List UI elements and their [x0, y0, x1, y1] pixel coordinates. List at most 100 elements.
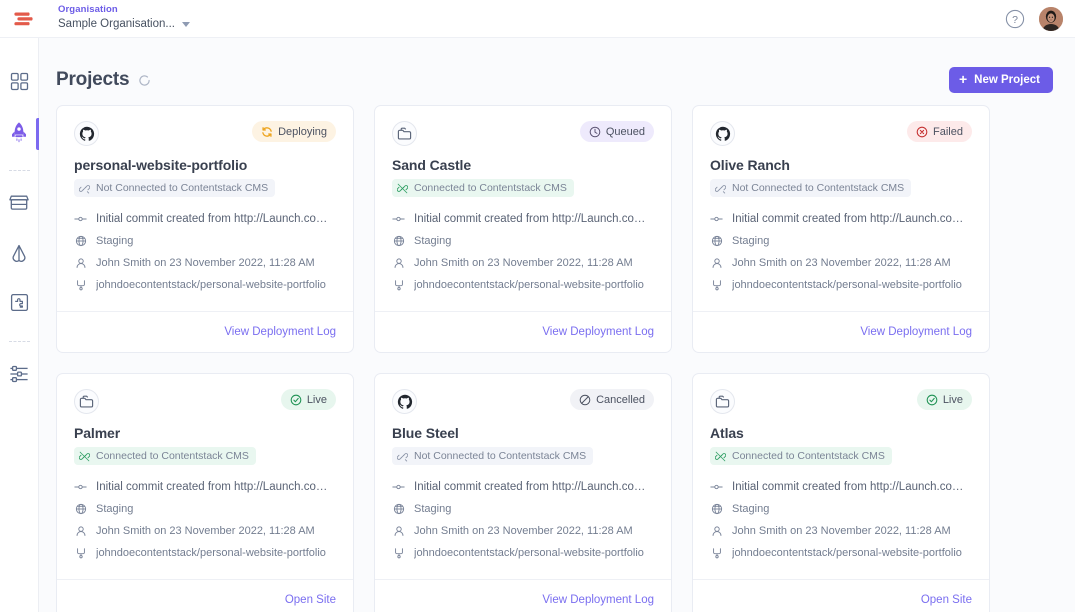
meta-commit: Initial commit created from http://Launc… [74, 208, 336, 230]
project-meta-list: Initial commit created from http://Launc… [710, 208, 972, 296]
status-badge: Live [916, 389, 972, 410]
error-circle-icon [916, 126, 928, 138]
folder-icon [74, 389, 99, 414]
status-label: Failed [933, 125, 963, 138]
cms-connection-chip: Not Connected to Contentstack CMS [392, 447, 594, 465]
sidebar-item-automate[interactable] [0, 235, 39, 275]
meta-author: John Smith on 23 November 2022, 11:28 AM [710, 520, 972, 542]
project-title: Blue Steel [392, 425, 459, 441]
cms-connection-label: Connected to Contentstack CMS [732, 450, 885, 462]
environment-text: Staging [732, 503, 770, 515]
github-icon [74, 121, 99, 146]
organisation-selector[interactable]: Organisation Sample Organisation... [58, 4, 190, 31]
cms-connection-chip: Connected to Contentstack CMS [392, 179, 574, 197]
sidebar-item-launch[interactable] [0, 114, 39, 154]
launch-projects-page: Organisation Sample Organisation... ? Pr… [0, 0, 1075, 612]
meta-environment: Staging [74, 230, 336, 252]
environment-text: Staging [414, 235, 452, 247]
link-icon [79, 451, 90, 462]
user-icon [392, 525, 405, 537]
meta-repository: johndoecontentstack/personal-website-por… [392, 274, 654, 296]
organisation-dropdown[interactable]: Sample Organisation... [58, 18, 190, 31]
project-card-footer: View Deployment Log [375, 579, 671, 612]
commit-text: Initial commit created from http://Launc… [96, 213, 336, 225]
project-card[interactable]: Queued Sand Castle Connected to Contents… [374, 105, 672, 353]
sidebar-item-settings[interactable] [0, 356, 39, 396]
globe-icon [392, 503, 405, 515]
new-project-button[interactable]: + New Project [948, 67, 1053, 93]
organisation-label: Organisation [58, 4, 118, 16]
project-footer-link[interactable]: View Deployment Log [542, 594, 654, 606]
sidebar-item-marketplace[interactable] [0, 185, 39, 225]
globe-icon [710, 503, 723, 515]
contentstack-logo-icon[interactable] [4, 9, 44, 29]
project-footer-link[interactable]: View Deployment Log [542, 326, 654, 338]
meta-commit: Initial commit created from http://Launc… [710, 476, 972, 498]
author-text: John Smith on 23 November 2022, 11:28 AM [732, 257, 951, 269]
folder-icon [710, 389, 735, 414]
sidebar-item-dashboard[interactable] [0, 64, 39, 104]
status-label: Deploying [278, 125, 327, 138]
project-card-header: Deploying [74, 121, 336, 146]
help-circle-icon[interactable]: ? [1005, 9, 1025, 29]
project-card[interactable]: Live Palmer Connected to Contentstack CM… [56, 373, 354, 612]
meta-commit: Initial commit created from http://Launc… [74, 476, 336, 498]
globe-icon [710, 235, 723, 247]
repository-text: johndoecontentstack/personal-website-por… [732, 547, 962, 559]
project-meta-list: Initial commit created from http://Launc… [710, 476, 972, 564]
commit-icon [710, 213, 723, 225]
project-footer-link[interactable]: Open Site [285, 594, 336, 606]
meta-repository: johndoecontentstack/personal-website-por… [392, 542, 654, 564]
commit-text: Initial commit created from http://Launc… [732, 481, 972, 493]
project-card[interactable]: Deploying personal-website-portfolio Not… [56, 105, 354, 353]
project-card[interactable]: Cancelled Blue Steel Not Connected to Co… [374, 373, 672, 612]
branch-icon [710, 279, 723, 291]
meta-author: John Smith on 23 November 2022, 11:28 AM [710, 252, 972, 274]
status-label: Live [942, 393, 963, 406]
meta-commit: Initial commit created from http://Launc… [392, 208, 654, 230]
commit-text: Initial commit created from http://Launc… [414, 481, 654, 493]
cms-connection-chip: Not Connected to Contentstack CMS [710, 179, 912, 197]
sidebar-item-extensions[interactable] [0, 285, 39, 325]
meta-commit: Initial commit created from http://Launc… [710, 208, 972, 230]
meta-environment: Staging [710, 498, 972, 520]
meta-environment: Staging [392, 230, 654, 252]
grid-icon [10, 72, 29, 96]
author-text: John Smith on 23 November 2022, 11:28 AM [96, 525, 315, 537]
meta-commit: Initial commit created from http://Launc… [392, 476, 654, 498]
commit-icon [74, 481, 87, 493]
refresh-spinner-icon[interactable] [138, 74, 151, 87]
author-text: John Smith on 23 November 2022, 11:28 AM [414, 257, 633, 269]
sidebar-divider [8, 170, 30, 171]
project-title: Sand Castle [392, 157, 472, 173]
meta-repository: johndoecontentstack/personal-website-por… [74, 542, 336, 564]
globe-icon [74, 503, 87, 515]
branch-icon [392, 547, 405, 559]
project-footer-link[interactable]: Open Site [921, 594, 972, 606]
status-label: Queued [605, 125, 645, 138]
status-label: Live [306, 393, 327, 406]
commit-icon [710, 481, 723, 493]
project-card[interactable]: Live Atlas Connected to Contentstack CMS [692, 373, 990, 612]
link-icon [79, 183, 90, 194]
branch-icon [74, 279, 87, 291]
github-icon [710, 121, 735, 146]
meta-environment: Staging [710, 230, 972, 252]
cms-connection-label: Not Connected to Contentstack CMS [732, 182, 905, 194]
environment-text: Staging [732, 235, 770, 247]
project-card-header: Live [710, 389, 972, 414]
repository-text: johndoecontentstack/personal-website-por… [96, 547, 326, 559]
project-footer-link[interactable]: View Deployment Log [860, 326, 972, 338]
author-text: John Smith on 23 November 2022, 11:28 AM [732, 525, 951, 537]
avatar[interactable] [1039, 6, 1063, 31]
github-icon [392, 389, 417, 414]
project-card-body: Live Atlas Connected to Contentstack CMS [693, 374, 989, 579]
project-card[interactable]: Failed Olive Ranch Not Connected to Cont… [692, 105, 990, 353]
project-title: Atlas [710, 425, 744, 441]
puzzle-icon [10, 293, 29, 317]
commit-icon [74, 213, 87, 225]
commit-text: Initial commit created from http://Launc… [414, 213, 654, 225]
globe-icon [392, 235, 405, 247]
meta-author: John Smith on 23 November 2022, 11:28 AM [74, 252, 336, 274]
project-footer-link[interactable]: View Deployment Log [224, 326, 336, 338]
